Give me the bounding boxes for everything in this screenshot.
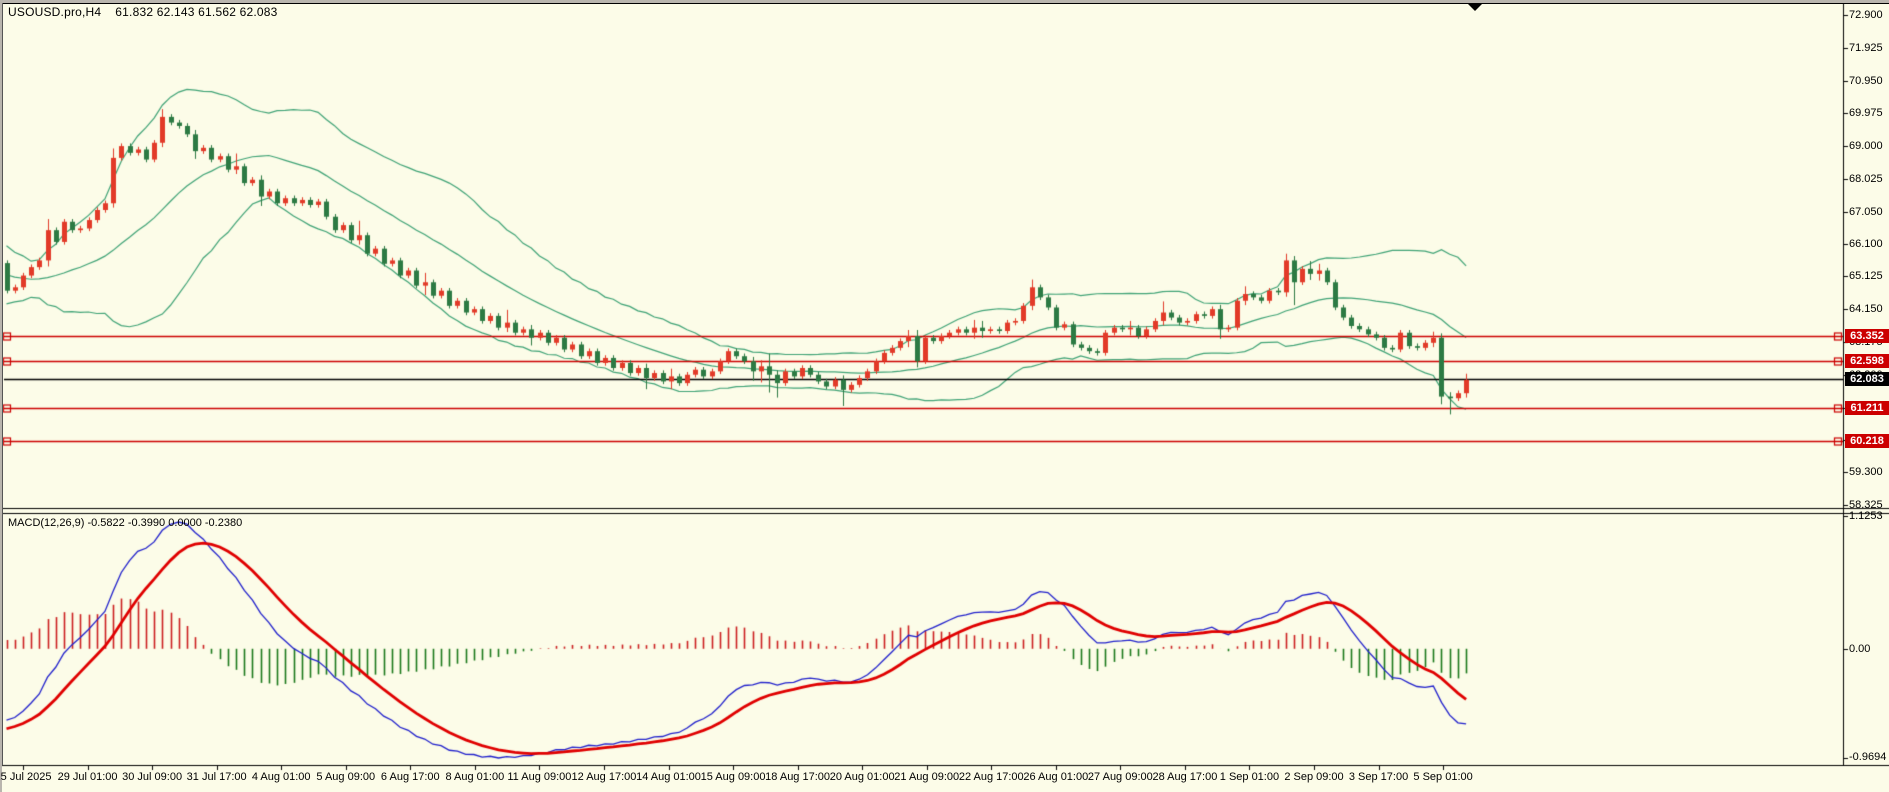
price-axis-label: 68.025 [1849,173,1883,186]
price-badge: 60.218 [1845,434,1889,448]
window-left-border-line [2,3,3,765]
ohlc-quote-label: 61.832 62.143 61.562 62.083 [115,5,277,19]
price-badge: 61.211 [1845,401,1889,415]
window-top-border-line [0,3,1889,4]
macd-axis-top-label: 1.1253 [1849,510,1883,523]
chart-shift-marker-icon[interactable] [1468,4,1482,11]
price-axis-label: 70.950 [1849,75,1883,88]
price-badge: 62.083 [1845,372,1889,386]
time-axis-label: 18 Aug 17:00 [765,771,830,783]
time-axis-label: 5 Sep 01:00 [1413,771,1472,783]
time-axis-label: 11 Aug 09:00 [507,771,571,783]
time-axis-label: 21 Aug 09:00 [894,771,959,783]
price-axis-label: 66.100 [1849,238,1883,251]
time-axis-label: 12 Aug 17:00 [572,771,637,783]
price-badge: 63.352 [1845,329,1889,343]
time-axis-label: 20 Aug 01:00 [830,771,895,783]
macd-axis-zero-label: 0.00 [1849,643,1870,656]
time-axis-label: 4 Aug 01:00 [252,771,311,783]
price-axis-label: 69.975 [1849,107,1883,120]
symbol-period-label: USOUSD.pro,H4 [8,5,101,19]
time-axis-label: 1 Sep 01:00 [1220,771,1279,783]
time-axis-label: 27 Aug 09:00 [1088,771,1153,783]
time-axis-label: 28 Aug 17:00 [1152,771,1217,783]
time-axis-label: 3 Sep 17:00 [1349,771,1408,783]
time-axis-label: 26 Aug 01:00 [1023,771,1088,783]
time-axis-label: 29 Jul 01:00 [58,771,118,783]
price-axis-label: 72.900 [1849,9,1883,22]
time-axis-label: 25 Jul 2025 [0,771,51,783]
price-badge: 62.598 [1845,354,1889,368]
price-axis-label: 65.125 [1849,270,1883,283]
price-axis-label: 67.050 [1849,206,1883,219]
price-axis-label: 59.300 [1849,466,1883,479]
time-axis-label: 31 Jul 17:00 [187,771,247,783]
chart-canvas[interactable] [0,0,1889,792]
time-axis-label: 15 Aug 09:00 [701,771,766,783]
chart-window: USOUSD.pro,H4 61.832 62.143 61.562 62.083… [0,0,1889,792]
time-axis-label: 5 Aug 09:00 [316,771,375,783]
time-axis-label: 14 Aug 01:00 [636,771,701,783]
price-axis-label: 69.000 [1849,140,1883,153]
time-axis-label: 30 Jul 09:00 [122,771,182,783]
time-axis-label: 6 Aug 17:00 [381,771,440,783]
time-axis-label: 2 Sep 09:00 [1284,771,1343,783]
time-axis-label: 8 Aug 01:00 [445,771,504,783]
time-axis-label: 22 Aug 17:00 [959,771,1024,783]
macd-axis-bottom-label: -0.9694 [1849,751,1886,764]
price-axis-label: 64.150 [1849,303,1883,316]
chart-title: USOUSD.pro,H4 61.832 62.143 61.562 62.083 [8,5,278,19]
macd-indicator-label: MACD(12,26,9) -0.5822 -0.3990 0.0000 -0.… [8,517,242,529]
price-axis-label: 71.925 [1849,42,1883,55]
